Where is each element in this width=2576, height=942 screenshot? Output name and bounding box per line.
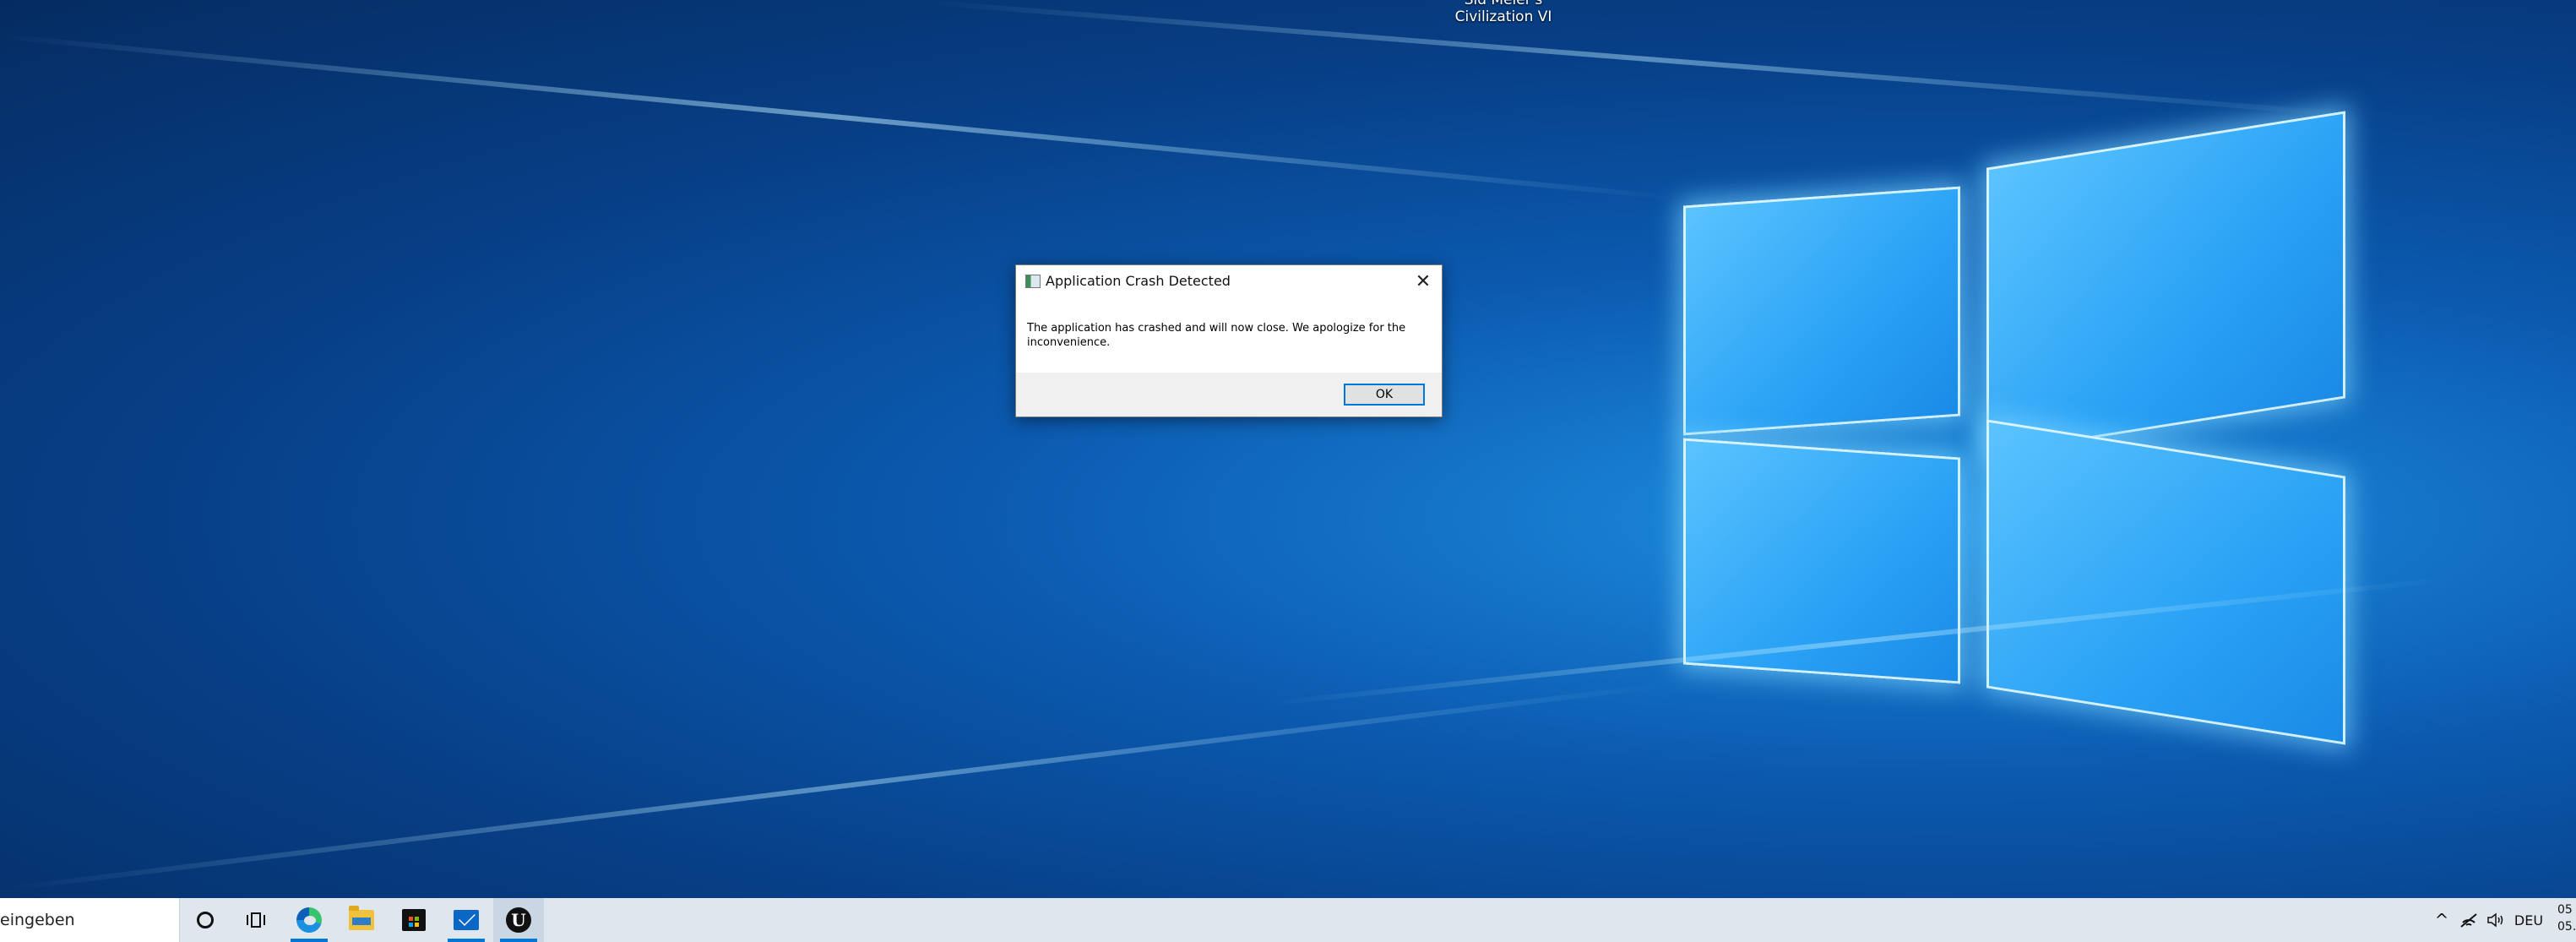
light-beam xyxy=(928,0,2361,118)
volume-button[interactable] xyxy=(2483,898,2508,942)
taskbar-search-box[interactable] xyxy=(0,898,180,942)
crash-dialog: Application Crash Detected ✕ The applica… xyxy=(1015,264,1443,417)
chevron-up-icon: ^ xyxy=(2434,910,2449,930)
close-icon: ✕ xyxy=(1415,270,1432,292)
edge-taskbar-button[interactable] xyxy=(284,898,334,942)
desktop-icon-label-line2: Civilization VI xyxy=(1454,8,1552,25)
light-beam xyxy=(0,34,1682,201)
speaker-icon xyxy=(2487,912,2503,928)
desktop-icon-label-line1: Sid Meier's xyxy=(1464,0,1543,8)
dialog-titlebar[interactable]: Application Crash Detected ✕ xyxy=(1016,265,1442,297)
dialog-footer: OK xyxy=(1016,373,1442,417)
microsoft-store-icon xyxy=(402,909,426,931)
task-view-icon xyxy=(247,912,265,928)
show-hidden-icons-button[interactable]: ^ xyxy=(2429,898,2454,942)
unreal-engine-icon: U xyxy=(506,907,531,933)
language-indicator: DEU xyxy=(2514,912,2544,928)
application-icon xyxy=(1025,275,1041,288)
mail-icon xyxy=(454,910,479,930)
store-taskbar-button[interactable] xyxy=(389,898,439,942)
dialog-message: The application has crashed and will now… xyxy=(1027,322,1406,349)
file-explorer-taskbar-button[interactable] xyxy=(336,898,387,942)
search-input[interactable] xyxy=(0,898,169,942)
taskbar-clock[interactable]: 05 05.0 xyxy=(2557,901,2576,935)
input-language-button[interactable]: DEU xyxy=(2510,898,2547,942)
clock-time: 05 xyxy=(2557,903,2573,917)
edge-icon xyxy=(296,907,322,933)
logo-pane-top-left xyxy=(1683,186,1960,436)
desktop-icon-civilization-vi[interactable]: Sid Meier's Civilization VI xyxy=(1436,0,1571,25)
logo-pane-bottom-right xyxy=(1986,419,2345,745)
clock-date: 05.0 xyxy=(2557,920,2576,934)
light-beam xyxy=(0,681,1677,892)
desktop: Sid Meier's Civilization VI Application … xyxy=(0,0,2576,898)
unreal-taskbar-button[interactable]: U xyxy=(493,898,544,942)
dialog-title: Application Crash Detected xyxy=(1046,273,1231,289)
taskbar: U ^ DEU 05 05.0 xyxy=(0,898,2576,942)
close-button[interactable]: ✕ xyxy=(1405,265,1442,297)
ok-button[interactable]: OK xyxy=(1344,384,1425,406)
network-button[interactable] xyxy=(2456,898,2481,942)
cortana-icon xyxy=(197,912,214,928)
logo-pane-top-right xyxy=(1986,111,2345,455)
network-icon xyxy=(2460,913,2477,928)
file-explorer-icon xyxy=(349,906,374,930)
task-view-button[interactable] xyxy=(231,898,281,942)
cortana-button[interactable] xyxy=(180,898,231,942)
mail-taskbar-button[interactable] xyxy=(441,898,492,942)
